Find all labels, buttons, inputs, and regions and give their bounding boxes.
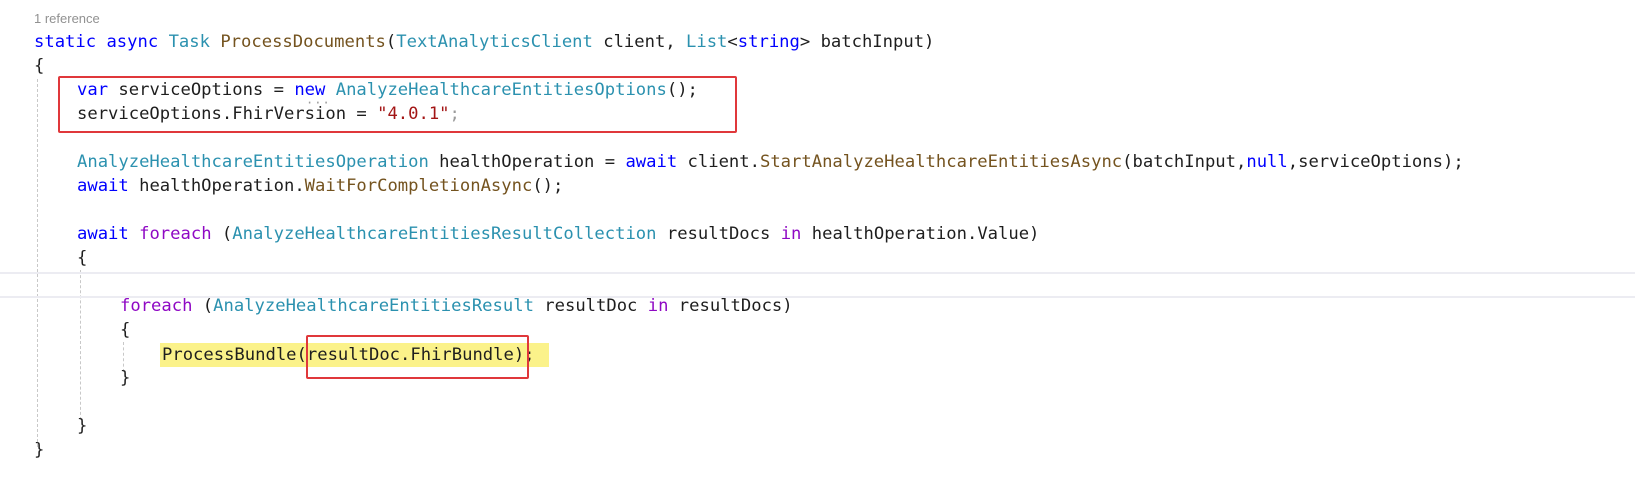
code-line-13[interactable]: } — [77, 414, 87, 438]
keyword-await: await — [77, 224, 129, 244]
keyword-in: in — [647, 296, 669, 316]
arguments-end: ,serviceOptions); — [1287, 152, 1464, 172]
method-startanalyze: StartAnalyzeHealthcareEntitiesAsync — [759, 152, 1123, 172]
client-member: client. — [677, 152, 760, 172]
param-batchinput: > batchInput) — [799, 32, 935, 52]
method-waitforcompletion: WaitForCompletionAsync — [304, 176, 533, 196]
type-resultcollection: AnalyzeHealthcareEntitiesResultCollectio… — [232, 224, 657, 244]
variable-healthoperation: healthOperation = — [428, 152, 626, 172]
type-textanalyticsclient: TextAnalyticsClient — [396, 32, 593, 52]
angle-open: < — [727, 32, 738, 52]
healthoperation-value: healthOperation.Value) — [801, 224, 1040, 244]
arguments: (batchInput, — [1122, 152, 1247, 172]
annotation-box-fhir-bundle — [306, 335, 529, 379]
paren: ( — [192, 296, 214, 316]
code-line-12[interactable]: } — [120, 366, 130, 390]
type-list: List — [686, 32, 728, 52]
code-line-2[interactable]: { — [34, 54, 44, 78]
keyword-foreach: foreach — [139, 224, 212, 244]
indent-guide — [37, 79, 38, 447]
code-line-14[interactable]: } — [34, 438, 44, 462]
method-processbundle: ProcessBundle — [162, 345, 297, 365]
param-client: client, — [592, 32, 687, 52]
type-result: AnalyzeHealthcareEntitiesResult — [213, 296, 534, 316]
variable-resultdocs: resultDocs — [656, 224, 781, 244]
paren: ( — [385, 32, 397, 52]
call-parens: (); — [532, 176, 564, 196]
code-line-8[interactable]: { — [77, 246, 87, 270]
code-line-10[interactable]: { — [120, 318, 130, 342]
paren: ( — [211, 224, 233, 244]
keyword-await: await — [77, 176, 129, 196]
annotation-box-fhir-options — [58, 76, 737, 133]
code-line-1[interactable]: static async Task ProcessDocuments(TextA… — [34, 30, 934, 54]
method-name: ProcessDocuments — [220, 32, 386, 52]
type-task: Task — [168, 32, 210, 52]
type-operation: AnalyzeHealthcareEntitiesOperation — [77, 152, 429, 172]
keyword-await: await — [625, 152, 678, 172]
code-line-6[interactable]: await healthOperation.WaitForCompletionA… — [77, 174, 563, 198]
keyword-async: async — [106, 32, 159, 52]
healthoperation-member: healthOperation. — [128, 176, 305, 196]
keyword-foreach: foreach — [120, 296, 193, 316]
keyword-in: in — [780, 224, 802, 244]
variable-resultdocs: resultDocs) — [668, 296, 793, 316]
keyword-static: static — [34, 32, 97, 52]
code-line-5[interactable]: AnalyzeHealthcareEntitiesOperation healt… — [77, 150, 1464, 174]
keyword-string: string — [737, 32, 800, 52]
keyword-null: null — [1246, 152, 1288, 172]
code-line-9[interactable]: foreach (AnalyzeHealthcareEntitiesResult… — [120, 294, 793, 318]
codelens-references[interactable]: 1 reference — [34, 11, 100, 26]
variable-resultdoc: resultDoc — [533, 296, 648, 316]
code-line-7[interactable]: await foreach (AnalyzeHealthcareEntities… — [77, 222, 1039, 246]
